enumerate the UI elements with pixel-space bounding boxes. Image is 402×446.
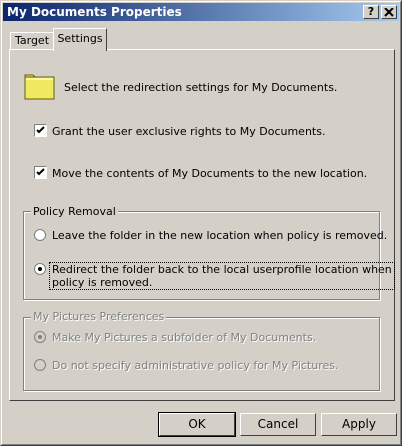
move-contents-checkbox[interactable] [34,166,47,179]
do-not-specify-label[interactable]: Do not specify administrative policy for… [52,359,339,372]
my-pictures-group [23,317,380,391]
do-not-specify-radio[interactable] [34,359,46,371]
my-pictures-title: My Pictures Preferences [31,310,167,323]
tab-target[interactable]: Target [10,32,54,50]
title-bar[interactable]: My Documents Properties ? [3,3,399,21]
move-contents-label[interactable]: Move the contents of My Documents to the… [52,167,367,180]
tab-settings[interactable]: Settings [53,28,107,51]
grant-rights-label[interactable]: Grant the user exclusive rights to My Do… [52,125,325,138]
properties-dialog: My Documents Properties ? Target Setting… [0,0,402,446]
apply-button[interactable]: Apply [321,413,397,436]
intro-text: Select the redirection settings for My D… [64,81,338,94]
grant-rights-checkbox[interactable] [34,124,47,137]
redirect-back-label-line1: Redirect the folder back to the local us… [52,263,392,276]
make-subfolder-label[interactable]: Make My Pictures a subfolder of My Docum… [52,331,316,344]
redirect-back-label-line2: policy is removed. [52,276,153,289]
folder-icon [24,74,55,100]
make-subfolder-radio[interactable] [34,331,46,343]
window-title: My Documents Properties [7,5,182,19]
ok-button[interactable]: OK [158,412,236,437]
close-button[interactable] [381,5,397,19]
leave-folder-label[interactable]: Leave the folder in the new location whe… [52,229,387,242]
cancel-button[interactable]: Cancel [240,413,316,436]
help-button[interactable]: ? [363,5,379,19]
redirect-back-label[interactable]: Redirect the folder back to the local us… [49,262,395,290]
checkmark-icon [36,168,45,176]
policy-removal-title: Policy Removal [31,205,118,218]
checkmark-icon [36,126,45,134]
redirect-back-radio[interactable] [34,263,46,275]
leave-folder-radio[interactable] [34,229,46,241]
close-icon [384,7,394,17]
